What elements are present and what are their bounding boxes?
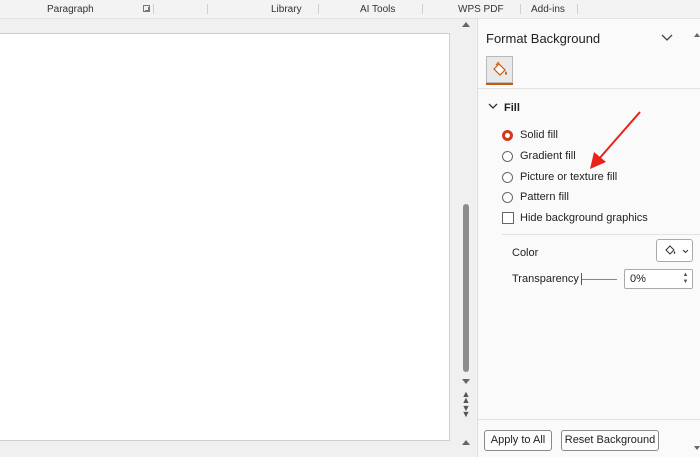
checkbox-box[interactable] bbox=[502, 212, 514, 224]
ribbon-group-paragraph: Paragraph bbox=[47, 4, 94, 15]
format-background-pane: Format Background Fill Solid fill Gradie… bbox=[477, 19, 700, 457]
transparency-spinner[interactable]: 0% ▲ ▼ bbox=[624, 269, 693, 289]
gradient-fill-label: Gradient fill bbox=[520, 150, 576, 162]
color-picker-button[interactable] bbox=[656, 239, 693, 262]
paragraph-dialog-launcher-icon[interactable] bbox=[143, 5, 150, 12]
paint-bucket-icon bbox=[665, 245, 676, 255]
fill-tab[interactable] bbox=[486, 56, 513, 85]
ribbon-group-library: Library bbox=[271, 4, 302, 15]
divider bbox=[478, 88, 700, 89]
pane-scroll-down-icon[interactable] bbox=[694, 446, 700, 450]
spinner-arrows-icon[interactable]: ▲ ▼ bbox=[682, 272, 689, 286]
hide-background-graphics-label: Hide background graphics bbox=[520, 212, 648, 224]
chevron-down-icon bbox=[682, 249, 689, 254]
ribbon-group-ai-tools: AI Tools bbox=[360, 4, 396, 15]
pattern-fill-label: Pattern fill bbox=[520, 191, 569, 203]
fill-section-title[interactable]: Fill bbox=[504, 102, 520, 114]
color-label: Color bbox=[512, 247, 539, 259]
chevron-down-icon[interactable] bbox=[660, 31, 674, 45]
ribbon-separator bbox=[520, 4, 521, 14]
transparency-value: 0% bbox=[630, 273, 646, 285]
document-area bbox=[0, 19, 458, 457]
ribbon-group-labels: Paragraph Library AI Tools WPS PDF Add-i… bbox=[0, 0, 700, 19]
transparency-label: Transparency bbox=[512, 273, 579, 285]
ribbon-separator bbox=[577, 4, 578, 14]
transparency-slider-thumb[interactable] bbox=[581, 273, 582, 285]
divider bbox=[478, 419, 700, 420]
chevron-down-icon[interactable] bbox=[488, 101, 498, 111]
ribbon-group-add-ins: Add-ins bbox=[531, 4, 565, 15]
scroll-down-arrow-icon[interactable] bbox=[462, 379, 470, 384]
ribbon-separator bbox=[153, 4, 154, 14]
divider bbox=[502, 234, 700, 235]
apply-to-all-button[interactable]: Apply to All bbox=[484, 430, 552, 451]
vertical-scrollbar[interactable]: ▲ ▲ ▼ ▼ bbox=[458, 19, 476, 457]
pane-title: Format Background bbox=[486, 31, 601, 46]
picture-texture-fill-label: Picture or texture fill bbox=[520, 171, 618, 183]
ribbon-separator bbox=[318, 4, 319, 14]
radio-indicator[interactable] bbox=[502, 130, 513, 141]
scroll-up-arrow-icon[interactable] bbox=[462, 22, 470, 27]
radio-indicator[interactable] bbox=[502, 172, 513, 183]
slide-canvas[interactable] bbox=[0, 33, 450, 441]
reset-background-button[interactable]: Reset Background bbox=[561, 430, 659, 451]
radio-indicator[interactable] bbox=[502, 151, 513, 162]
transparency-slider[interactable] bbox=[581, 279, 617, 280]
radio-indicator[interactable] bbox=[502, 192, 513, 203]
next-slide-icon[interactable]: ▼ ▼ bbox=[461, 404, 471, 419]
solid-fill-label: Solid fill bbox=[520, 129, 558, 141]
ribbon-separator bbox=[207, 4, 208, 14]
paint-bucket-icon bbox=[493, 61, 507, 76]
scroll-up-arrow-icon[interactable] bbox=[462, 440, 470, 445]
ribbon-separator bbox=[422, 4, 423, 14]
ribbon-group-wps-pdf: WPS PDF bbox=[458, 4, 504, 15]
previous-slide-icon[interactable]: ▲ ▲ bbox=[461, 390, 471, 405]
scroll-thumb[interactable] bbox=[463, 204, 469, 372]
pane-scroll-up-icon[interactable] bbox=[694, 33, 700, 37]
